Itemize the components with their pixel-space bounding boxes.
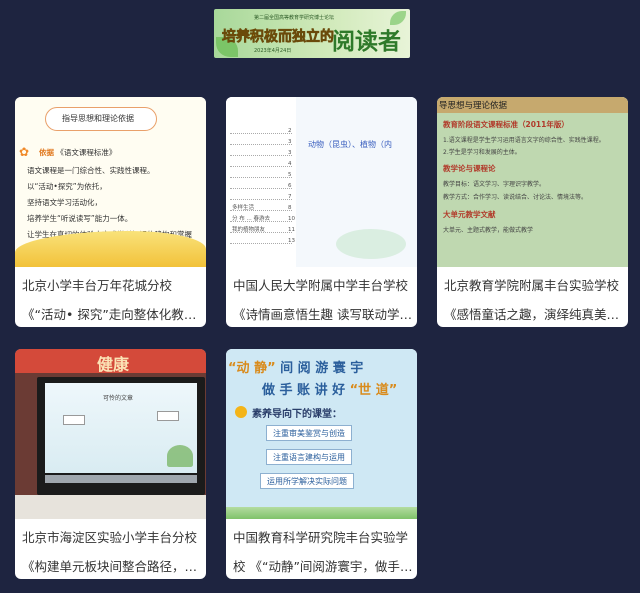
card-school[interactable]: 中国人民大学附属中学丰台学校: [233, 275, 413, 294]
thumb-header: 指导思想和理论依据: [45, 107, 157, 131]
banner-small-text: 第二届全国高等教育学研究博士论坛: [254, 15, 335, 21]
video-card[interactable]: 2 3 3 4 5 6 7 8 多样生活 10 分 布 ... 春游去 11 我…: [226, 97, 417, 327]
card-thumbnail[interactable]: 指导思想和理论依据 ✿ 依据 《语文课程标准》 语文课程是一门综合性、实践性课程…: [15, 97, 206, 267]
card-title[interactable]: 校 《“动静”间阅游寰宇，做手账讲好“世道”》: [233, 556, 413, 575]
card-school[interactable]: 北京小学丰台万年花城分校: [22, 275, 202, 294]
video-card[interactable]: 指导思想和理论依据 ✿ 依据 《语文课程标准》 语文课程是一门综合性、实践性课程…: [15, 97, 206, 327]
card-thumbnail[interactable]: “动 静” 间 阅 游 寰 宇 做 手 账 讲 好 “世 道” 素养导向下的课堂…: [226, 349, 417, 519]
video-card[interactable]: 导思想与理论依据 教育阶段语文课程标准（2011年版） 1.语文课程是学生学习运…: [437, 97, 628, 327]
video-card[interactable]: 健康 可怜的文章 北京市海淀区实验小学丰台分校 《构建单元板块间整合路径，促进学…: [15, 349, 206, 579]
card-school[interactable]: 北京市海淀区实验小学丰台分校: [22, 527, 202, 546]
video-card[interactable]: “动 静” 间 阅 游 寰 宇 做 手 账 讲 好 “世 道” 素养导向下的课堂…: [226, 349, 417, 579]
card-title[interactable]: 《“活动• 探究”走向整体化教学》: [22, 304, 202, 323]
classroom-screen: 可怜的文章: [45, 383, 197, 473]
lightbulb-icon: [235, 406, 247, 418]
banner-left-title: 培养积极而独立的: [222, 29, 335, 46]
banner-big-title: 阅读者: [332, 29, 401, 55]
card-title[interactable]: 《构建单元板块间整合路径，促进学生语文素养提升》: [22, 556, 202, 575]
flower-icon: ✿: [19, 145, 30, 159]
banner-image: 第二届全国高等教育学研究博士论坛 培养积极而独立的 阅读者 2023年4月24日: [214, 9, 410, 58]
banner-date: 2023年4月24日: [254, 48, 292, 54]
card-title[interactable]: 《感悟童话之趣，演绎纯真美好》: [444, 304, 624, 323]
card-school[interactable]: 中国教育科学研究院丰台实验学: [233, 527, 413, 546]
thumb-blue-text: 动物（昆虫）、植物（内: [308, 140, 392, 149]
card-thumbnail[interactable]: 健康 可怜的文章: [15, 349, 206, 519]
card-school[interactable]: 北京教育学院附属丰台实验学校: [444, 275, 624, 294]
card-thumbnail[interactable]: 导思想与理论依据 教育阶段语文课程标准（2011年版） 1.语文课程是学生学习运…: [437, 97, 628, 267]
card-thumbnail[interactable]: 2 3 3 4 5 6 7 8 多样生活 10 分 布 ... 春游去 11 我…: [226, 97, 417, 267]
card-title[interactable]: 《诗情画意悟生趣 读写联动学表达》: [233, 304, 413, 323]
